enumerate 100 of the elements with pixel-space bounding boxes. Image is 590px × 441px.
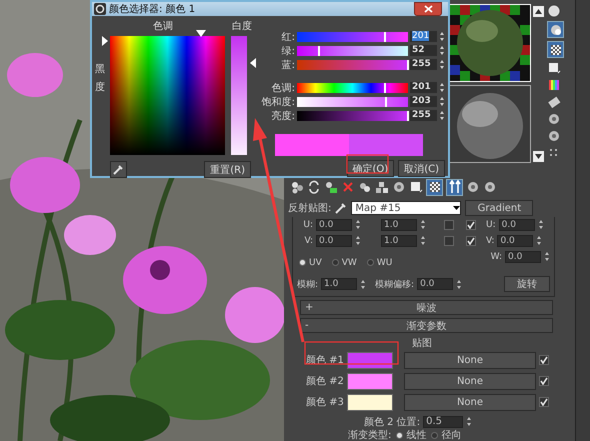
number-field[interactable]: 1.0 (321, 278, 358, 290)
square-icon[interactable] (547, 61, 561, 75)
number-field[interactable]: 0.0 (316, 234, 352, 246)
checkbox[interactable] (466, 220, 476, 230)
spinner-icon[interactable] (439, 59, 445, 70)
check-icon (540, 398, 548, 406)
spinner-icon[interactable] (355, 219, 361, 230)
radio-button[interactable]: 线性 (396, 428, 426, 441)
number-field[interactable]: 0.0 (316, 218, 352, 230)
scroll-up-button[interactable] (533, 6, 544, 17)
gear-icon[interactable] (466, 180, 480, 194)
eyedropper-icon (113, 164, 124, 175)
spinner-icon[interactable] (456, 278, 462, 290)
cancel-button[interactable]: 取消(C) (398, 160, 445, 177)
radio-button[interactable]: VW (332, 258, 357, 268)
rollout-header[interactable]: - 渐变参数 (300, 318, 553, 333)
spinner-icon[interactable] (420, 235, 426, 246)
map-button[interactable]: None (404, 394, 536, 410)
color-slider[interactable] (297, 46, 408, 56)
spinner-icon[interactable] (536, 235, 542, 246)
checkbox[interactable] (539, 376, 549, 386)
spinner-icon[interactable] (538, 219, 544, 230)
field-label: 颜色 2 位置: (364, 416, 420, 428)
spheres-icon[interactable] (290, 180, 304, 194)
color-bars-icon[interactable] (547, 78, 561, 92)
gear-icon[interactable] (547, 112, 561, 126)
blackness-label: 黑度 (95, 63, 105, 95)
slider-thumb[interactable] (318, 46, 320, 56)
color-swatch[interactable] (347, 394, 393, 410)
spinner-icon[interactable] (439, 31, 445, 42)
color-slider[interactable] (297, 110, 408, 120)
field-label: U: (486, 220, 496, 230)
slider-label: 绿: (280, 44, 295, 58)
checkbox[interactable] (466, 236, 476, 246)
map-type-button[interactable]: Gradient (465, 200, 534, 216)
value-field[interactable]: 52 (410, 45, 437, 56)
number-field[interactable]: 0.0 (498, 218, 535, 230)
value-field[interactable]: 201 (410, 82, 437, 93)
close-button[interactable] (414, 2, 442, 16)
color-slider[interactable] (297, 32, 408, 42)
radio-button[interactable]: 径向 (431, 428, 462, 441)
gear-icon[interactable] (392, 180, 406, 194)
slider-thumb[interactable] (384, 32, 386, 42)
number-field[interactable]: 0.0 (417, 278, 454, 290)
number-field[interactable]: 0.0 (497, 234, 534, 246)
number-field[interactable]: 1.0 (381, 218, 417, 230)
rollout-header[interactable]: + 噪波 (300, 300, 553, 315)
checkbox[interactable] (539, 397, 549, 407)
value-field[interactable]: 255 (410, 59, 437, 70)
whiteness-marker[interactable] (250, 58, 256, 68)
spinner-icon[interactable] (439, 45, 445, 56)
color-label: 颜色 #3 (306, 396, 344, 409)
swap-icon[interactable] (307, 180, 321, 194)
checkbox[interactable] (444, 236, 454, 246)
value-field[interactable]: 203 (410, 96, 437, 107)
slider-label: 亮度: (270, 110, 295, 122)
checkbox[interactable] (444, 220, 454, 230)
copy-icon[interactable] (358, 180, 372, 194)
value-field[interactable]: 255 (410, 110, 437, 121)
number-field[interactable]: 0.5 (423, 416, 464, 428)
spinner-icon[interactable] (544, 251, 550, 262)
radio-button[interactable]: WU (366, 258, 392, 268)
eyedropper-icon[interactable] (335, 202, 348, 214)
map-button[interactable]: None (404, 352, 536, 368)
scroll-down-button[interactable] (533, 151, 544, 162)
radio-button[interactable]: UV (299, 258, 322, 268)
number-field[interactable]: 1.0 (381, 234, 417, 246)
slider-thumb[interactable] (384, 82, 386, 92)
spinner-icon[interactable] (466, 416, 472, 427)
assign-icon[interactable] (324, 180, 338, 194)
eyedropper-button[interactable] (110, 161, 127, 178)
color-slider[interactable] (297, 96, 408, 106)
checkbox[interactable] (539, 355, 549, 365)
square-icon[interactable] (409, 180, 423, 194)
value-marker[interactable] (102, 36, 108, 46)
check-icon (540, 356, 548, 364)
slider-label: 蓝: (280, 58, 295, 72)
value-field[interactable]: 201 (410, 31, 437, 42)
number-field[interactable]: 0.0 (505, 250, 541, 262)
spinner-icon[interactable] (439, 110, 445, 121)
reset-button[interactable]: 重置(R) (204, 161, 251, 178)
spinner-icon[interactable] (355, 235, 361, 246)
rotate-button[interactable]: 旋转 (504, 276, 550, 292)
spinner-icon[interactable] (360, 278, 366, 290)
gear-icon[interactable] (483, 180, 497, 194)
color-swatch[interactable] (347, 352, 393, 368)
color-slider[interactable] (297, 60, 408, 70)
gear-icon[interactable] (547, 129, 561, 143)
sphere-icon[interactable] (547, 4, 561, 18)
color-spectrum[interactable] (110, 36, 225, 155)
color-swatch[interactable] (347, 372, 393, 390)
cubes-icon[interactable] (375, 180, 389, 194)
color-slider[interactable] (297, 82, 408, 92)
spinner-icon[interactable] (439, 96, 445, 107)
spinner-icon[interactable] (439, 82, 445, 93)
slider-thumb[interactable] (384, 96, 387, 106)
map-button[interactable]: None (404, 372, 536, 390)
map-name-dropdown[interactable]: Map #15 (351, 201, 462, 215)
field-label: 模糊偏移: (375, 278, 414, 290)
spinner-icon[interactable] (420, 219, 426, 230)
